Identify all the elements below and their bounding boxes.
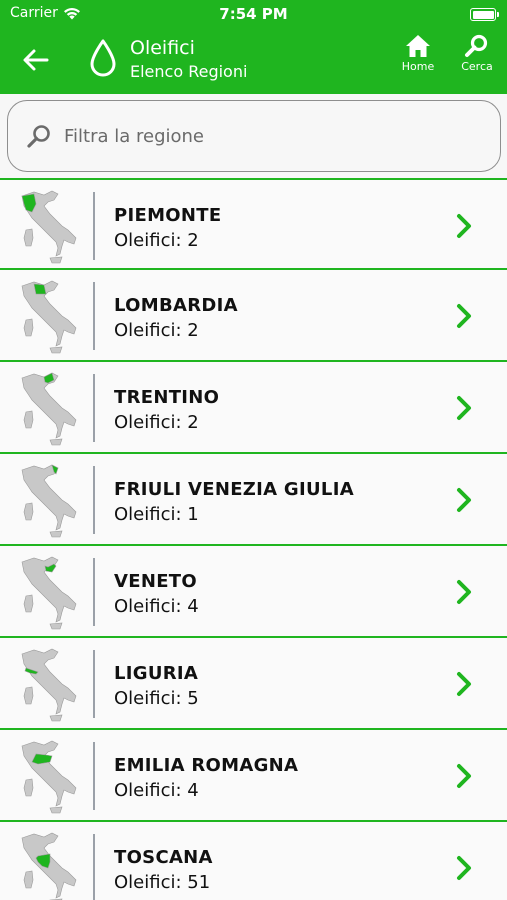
sicily-shape — [49, 622, 63, 630]
sardinia-shape — [23, 778, 34, 797]
sicily-shape — [49, 714, 63, 722]
back-arrow-icon[interactable] — [22, 46, 50, 74]
italy-map-icon — [21, 648, 77, 722]
search-label: Cerca — [461, 60, 493, 73]
search-button[interactable]: Cerca — [453, 34, 501, 73]
chevron-right-icon — [457, 214, 471, 238]
italy-map-icon — [21, 372, 77, 446]
sardinia-shape — [23, 502, 34, 521]
highlighted-region-shape — [33, 283, 47, 295]
home-button[interactable]: Home — [394, 34, 442, 73]
region-name: PIEMONTE — [114, 205, 222, 226]
search-icon — [27, 125, 50, 148]
region-name: TOSCANA — [114, 847, 213, 868]
chevron-right-icon — [457, 580, 471, 604]
region-filter-box[interactable] — [7, 100, 501, 172]
magnifier-icon — [465, 34, 488, 57]
region-name: TRENTINO — [114, 387, 220, 408]
chevron-right-icon — [457, 672, 471, 696]
navigation-bar: Oleifici Elenco Regioni Home Cerca — [0, 28, 507, 94]
region-row[interactable]: EMILIA ROMAGNA Oleifici: 4 — [0, 730, 507, 822]
sicily-shape — [49, 806, 63, 814]
region-count: Oleifici: 51 — [114, 872, 211, 893]
home-icon — [406, 35, 430, 57]
chevron-right-icon — [457, 764, 471, 788]
italy-map-icon — [21, 464, 77, 538]
region-row[interactable]: TRENTINO Oleifici: 2 — [0, 362, 507, 454]
region-row[interactable]: FRIULI VENEZIA GIULIA Oleifici: 1 — [0, 454, 507, 546]
region-name: LOMBARDIA — [114, 295, 238, 316]
page-subtitle: Elenco Regioni — [130, 62, 248, 81]
region-count: Oleifici: 2 — [114, 320, 199, 341]
region-count: Oleifici: 2 — [114, 230, 199, 251]
region-count: Oleifici: 4 — [114, 596, 199, 617]
divider — [93, 742, 95, 810]
clock: 7:54 PM — [219, 5, 288, 23]
region-name: FRIULI VENEZIA GIULIA — [114, 479, 354, 500]
divider — [93, 834, 95, 900]
italy-map-icon — [21, 740, 77, 814]
chevron-right-icon — [457, 304, 471, 328]
divider — [93, 282, 95, 350]
italy-map-icon — [21, 280, 77, 354]
divider — [93, 650, 95, 718]
sardinia-shape — [23, 318, 34, 337]
region-name: EMILIA ROMAGNA — [114, 755, 299, 776]
divider — [93, 374, 95, 442]
region-list: PIEMONTE Oleifici: 2 LOMBARDIA Oleifici:… — [0, 178, 507, 900]
status-bar: Carrier 7:54 PM — [0, 0, 507, 28]
region-count: Oleifici: 2 — [114, 412, 199, 433]
divider — [93, 466, 95, 534]
italy-map-icon — [21, 832, 77, 900]
region-filter-input[interactable] — [64, 119, 484, 153]
sardinia-shape — [23, 594, 34, 613]
page-title: Oleifici — [130, 37, 195, 59]
home-label: Home — [401, 60, 435, 73]
italy-map-icon — [21, 190, 77, 264]
sardinia-shape — [23, 686, 34, 705]
region-row[interactable]: LOMBARDIA Oleifici: 2 — [0, 270, 507, 362]
chevron-right-icon — [457, 488, 471, 512]
italy-map-icon — [21, 556, 77, 630]
region-count: Oleifici: 1 — [114, 504, 199, 525]
region-row[interactable]: TOSCANA Oleifici: 51 — [0, 822, 507, 900]
region-name: LIGURIA — [114, 663, 199, 684]
chevron-right-icon — [457, 856, 471, 880]
battery-icon — [470, 8, 499, 21]
chevron-right-icon — [457, 396, 471, 420]
sicily-shape — [49, 256, 63, 264]
divider — [93, 558, 95, 626]
oil-drop-icon — [90, 39, 116, 77]
region-row[interactable]: LIGURIA Oleifici: 5 — [0, 638, 507, 730]
sardinia-shape — [23, 870, 34, 889]
sicily-shape — [49, 346, 63, 354]
sardinia-shape — [23, 410, 34, 429]
sardinia-shape — [23, 228, 34, 247]
sicily-shape — [49, 438, 63, 446]
divider — [93, 192, 95, 260]
region-row[interactable]: VENETO Oleifici: 4 — [0, 546, 507, 638]
region-name: VENETO — [114, 571, 197, 592]
region-row[interactable]: PIEMONTE Oleifici: 2 — [0, 178, 507, 270]
sicily-shape — [49, 530, 63, 538]
region-count: Oleifici: 4 — [114, 780, 199, 801]
region-count: Oleifici: 5 — [114, 688, 199, 709]
